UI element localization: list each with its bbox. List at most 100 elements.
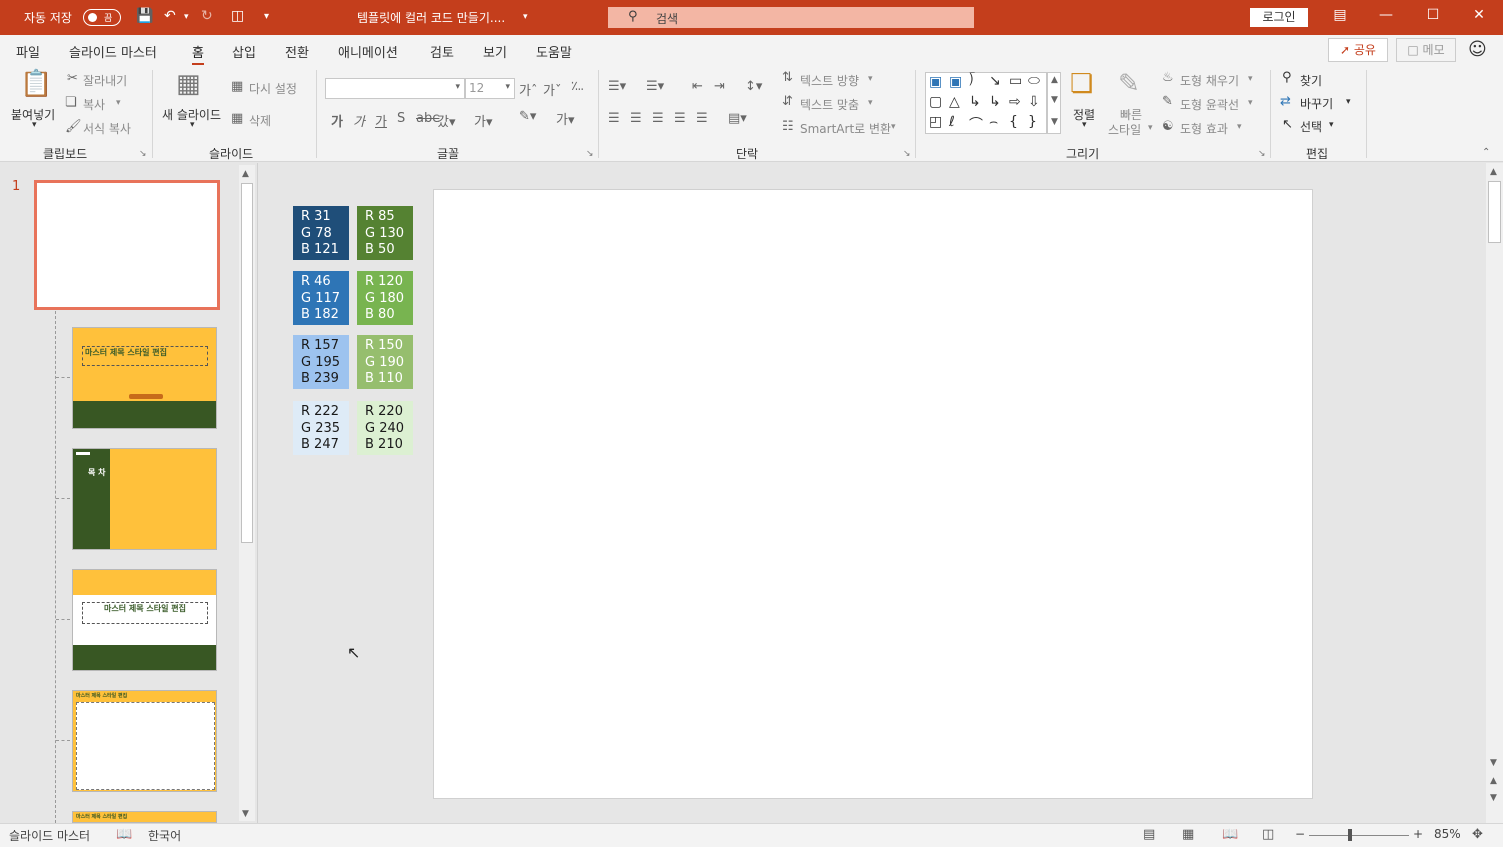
quick-styles-label-2[interactable]: 스타일 [1108,121,1141,138]
color-swatch[interactable]: R 220 G 240 B 210 [357,401,413,455]
distributed-icon[interactable]: ☰ [696,111,708,126]
collapse-ribbon-icon[interactable]: ⌃ [1482,147,1490,158]
minimize-icon[interactable]: — [1376,7,1396,23]
share-button[interactable]: ➚ 공유 [1328,38,1388,62]
color-swatch[interactable]: R 222 G 235 B 247 [293,401,349,455]
tab-insert[interactable]: 삽입 [232,42,256,61]
font-launcher-icon[interactable]: ↘ [586,149,594,159]
freeform-shape-icon[interactable]: ◰ [929,114,942,130]
shape-effects-dropdown-icon[interactable]: ▾ [1237,122,1242,132]
arrow-line-shape-icon[interactable]: ↘ [989,73,1001,89]
smartart-dropdown-icon[interactable]: ▾ [891,122,896,132]
tab-view[interactable]: 보기 [483,42,507,61]
tab-review[interactable]: 검토 [430,42,454,61]
align-text-button[interactable]: 텍스트 맞춤 [800,96,859,113]
columns-icon[interactable]: ▤▾ [728,111,747,126]
format-painter-button[interactable]: 서식 복사 [83,120,131,137]
drawing-launcher-icon[interactable]: ↘ [1258,149,1266,159]
shapes-gallery-scroll[interactable]: ▲ ▼ ▼ [1047,72,1061,134]
scribble-shape-icon[interactable]: ℓ [949,114,955,130]
reset-button[interactable]: 다시 설정 [249,80,297,97]
clipboard-launcher-icon[interactable]: ↘ [139,149,147,159]
close-icon[interactable]: ✕ [1469,7,1489,23]
textbox-shape-icon[interactable]: ▣ [929,74,942,90]
next-slide-icon[interactable]: ▼ [1490,793,1497,803]
paste-dropdown-icon[interactable]: ▾ [32,120,37,130]
tab-transitions[interactable]: 전환 [285,42,309,61]
font-size-dropdown[interactable]: 12 ▾ [465,78,515,99]
delete-button[interactable]: 삭제 [249,112,271,129]
bold-icon[interactable]: 가 [331,111,343,130]
clear-formatting-icon[interactable]: ؊ [571,79,584,94]
color-swatch[interactable]: R 157 G 195 B 239 [293,335,349,389]
undo-icon[interactable]: ↶ [164,8,176,24]
font-color-icon[interactable]: 가▾ [556,109,575,128]
undo-dropdown-icon[interactable]: ▾ [184,12,189,22]
comments-button[interactable]: □ 메모 [1396,38,1456,62]
title-dropdown-icon[interactable]: ▾ [523,12,528,22]
elbow-arrow-shape-icon[interactable]: ↳ [989,94,1001,110]
scroll-down-icon[interactable]: ▼ [242,809,249,819]
tab-help[interactable]: 도움말 [536,42,572,61]
curve-shape-icon[interactable]: ⌢ [989,114,998,130]
character-spacing-icon[interactable]: 갔▾ [437,111,456,130]
layout-thumbnail-partial[interactable]: 마스터 제목 스타일 편집 [72,811,217,823]
document-title[interactable]: 템플릿에 컬러 코드 만들기.... [357,9,505,26]
color-swatch[interactable]: R 85 G 130 B 50 [357,206,413,260]
shape-outline-dropdown-icon[interactable]: ▾ [1248,98,1253,108]
search-box[interactable]: ⚲ 검색 [608,7,974,28]
quick-styles-dropdown-icon[interactable]: ▾ [1148,123,1153,133]
scroll-down-icon[interactable]: ▼ [1490,758,1497,768]
text-shadow-icon[interactable]: S [397,111,405,126]
underline-icon[interactable]: 가 [375,111,387,130]
copy-dropdown-icon[interactable]: ▾ [116,98,121,108]
scroll-up-icon[interactable]: ▲ [242,169,249,179]
find-button[interactable]: 찾기 [1300,72,1322,89]
color-swatch[interactable]: R 150 G 190 B 110 [357,335,413,389]
new-slide-dropdown-icon[interactable]: ▾ [190,120,195,130]
increase-font-size-icon[interactable]: 가ˆ [519,80,537,99]
zoom-level[interactable]: 85% [1434,827,1461,841]
fit-to-window-icon[interactable]: ✥ [1472,827,1483,842]
layout-thumbnail-title[interactable]: 마스터 제목 스타일 편집 [72,327,217,429]
text-direction-dropdown-icon[interactable]: ▾ [868,74,873,84]
vertical-textbox-shape-icon[interactable]: ▣ [949,74,962,90]
select-button[interactable]: 선택 [1300,118,1322,135]
customize-quick-access-icon[interactable]: ▾ [264,11,269,22]
layout-thumbnail-content[interactable]: 마스터 제목 스타일 편집 [72,690,217,792]
layout-thumbnail-section[interactable]: 마스터 제목 스타일 편집 [72,569,217,671]
tab-home[interactable]: 홈 [192,42,204,66]
scroll-thumb[interactable] [241,183,253,543]
normal-view-icon[interactable]: ▤ [1143,827,1155,842]
master-thumbnail[interactable] [34,180,220,310]
copy-button[interactable]: 복사 [83,96,105,113]
rounded-rect-shape-icon[interactable]: ▢ [929,94,942,110]
slide-sorter-icon[interactable]: ▦ [1182,827,1194,842]
zoom-in-icon[interactable]: + [1413,827,1423,841]
start-from-beginning-icon[interactable]: ◫ [231,8,244,24]
shape-effects-button[interactable]: 도형 효과 [1180,120,1228,137]
thumbnail-scrollbar[interactable]: ▲ ▼ [239,165,255,821]
down-arrow-shape-icon[interactable]: ⇩ [1028,94,1040,110]
ribbon-display-options-icon[interactable]: ▤ [1330,7,1350,23]
italic-icon[interactable]: 가 [353,111,365,130]
color-swatch[interactable]: R 120 G 180 B 80 [357,271,413,325]
replace-dropdown-icon[interactable]: ▾ [1346,97,1351,107]
gallery-more-icon[interactable]: ▼ [1051,117,1058,127]
paste-icon[interactable]: 📋 [20,69,52,99]
zoom-slider-track[interactable] [1309,835,1409,836]
change-case-icon[interactable]: 가▾ [474,111,493,130]
align-text-dropdown-icon[interactable]: ▾ [868,98,873,108]
accessibility-icon[interactable]: 📖 [116,827,132,842]
decrease-font-size-icon[interactable]: 가ˇ [543,80,561,99]
numbering-icon[interactable]: ☰▾ [646,79,664,94]
layout-thumbnail-toc[interactable]: 목 차 [72,448,217,550]
left-brace-shape-icon[interactable]: { [1009,114,1018,130]
scroll-thumb[interactable] [1488,181,1501,243]
right-arrow-shape-icon[interactable]: ⇨ [1009,94,1021,110]
elbow-connector-shape-icon[interactable]: ↳ [969,94,981,110]
shape-fill-button[interactable]: 도형 채우기 [1180,72,1239,89]
tab-file[interactable]: 파일 [16,42,40,61]
align-center-icon[interactable]: ☰ [630,111,642,126]
scroll-up-icon[interactable]: ▲ [1051,75,1058,85]
